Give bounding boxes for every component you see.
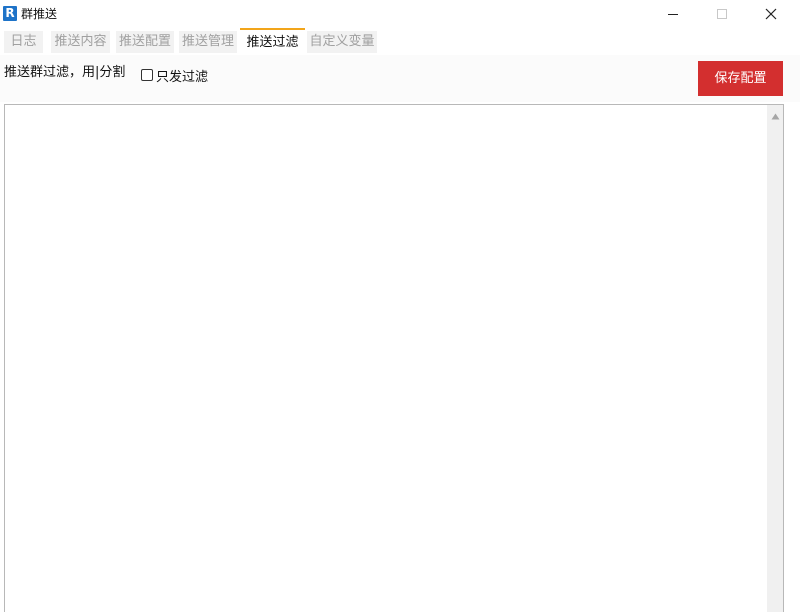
maximize-button[interactable] [699, 0, 745, 28]
filter-label: 推送群过滤，用|分割 [4, 65, 126, 80]
close-button[interactable] [748, 0, 794, 28]
tab-push-content[interactable]: 推送内容 [51, 31, 110, 53]
close-icon [765, 8, 777, 20]
window-title: 群推送 [21, 7, 58, 21]
scroll-up-button[interactable] [767, 109, 783, 123]
tab-push-manage[interactable]: 推送管理 [179, 31, 237, 53]
only-filter-label[interactable]: 只发过滤 [156, 66, 208, 85]
save-config-button[interactable]: 保存配置 [698, 61, 783, 96]
tab-bar: 日志 推送内容 推送配置 推送管理 推送过滤 自定义变量 [0, 28, 800, 55]
app-window: R 群推送 日志 推送内容 推送配置 推送管理 推送过滤 自定义变量 推送群过滤 [0, 0, 800, 612]
minimize-button[interactable] [650, 0, 696, 28]
tab-custom-variables[interactable]: 自定义变量 [307, 31, 377, 53]
vertical-scrollbar[interactable] [767, 105, 783, 612]
tab-push-filter[interactable]: 推送过滤 [240, 28, 305, 53]
filter-textarea-frame [4, 104, 784, 612]
filter-toolbar: 推送群过滤，用|分割 只发过滤 保存配置 [0, 55, 800, 102]
title-bar[interactable]: R 群推送 [0, 0, 800, 28]
only-filter-checkbox[interactable] [141, 69, 153, 81]
filter-textarea[interactable] [6, 106, 766, 612]
app-logo-icon: R [3, 6, 17, 21]
only-filter-option[interactable]: 只发过滤 [141, 66, 208, 85]
tab-push-config[interactable]: 推送配置 [116, 31, 174, 53]
scroll-up-arrow-icon [771, 113, 779, 119]
maximize-icon [717, 9, 727, 19]
tab-log[interactable]: 日志 [4, 31, 43, 53]
minimize-icon [668, 14, 678, 15]
